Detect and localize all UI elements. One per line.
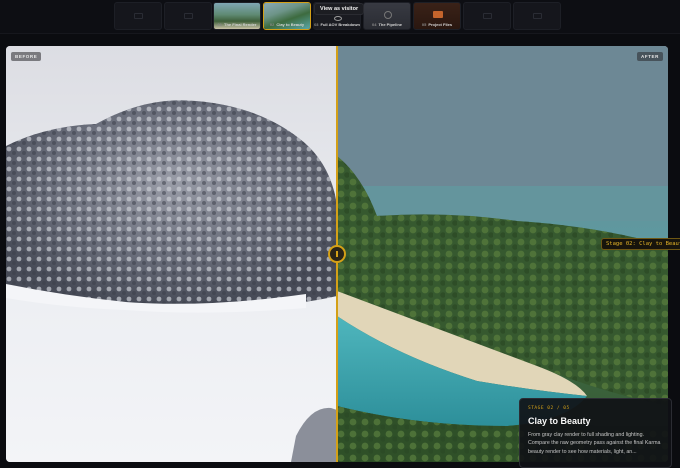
empty-slot xyxy=(164,2,212,30)
empty-slot xyxy=(114,2,162,30)
gear-icon xyxy=(384,11,392,19)
split-drag-handle[interactable] xyxy=(328,245,346,263)
image-placeholder-icon xyxy=(533,13,542,19)
eye-icon xyxy=(334,16,342,21)
image-placeholder-icon xyxy=(483,13,492,19)
stage-filmstrip: 01 The Final Render 02 Clay to Beauty 03 Fu… xyxy=(0,0,680,34)
stage-info-card: STAGE 02 / 05 Clay to Beauty From gray c… xyxy=(519,398,672,468)
stage-description: From gray clay render to full shading an… xyxy=(528,432,661,455)
image-placeholder-icon xyxy=(134,13,143,19)
stage-thumb-project-files[interactable]: 05 Project Files xyxy=(413,2,461,30)
drag-grip-icon xyxy=(336,251,338,257)
empty-slot xyxy=(513,2,561,30)
clay-render-image xyxy=(6,100,337,462)
stage-thumb-final-render[interactable]: 01 The Final Render xyxy=(213,2,261,30)
stage-thumb-pipeline[interactable]: 04 The Pipeline xyxy=(363,2,411,30)
image-placeholder-icon xyxy=(184,13,193,19)
stage-thumb-clay-to-beauty[interactable]: 02 Clay to Beauty xyxy=(263,2,311,30)
before-label: BEFORE xyxy=(11,52,42,61)
empty-slot xyxy=(463,2,511,30)
after-label: AFTER xyxy=(637,52,663,61)
view-as-visitor-tooltip: View as visitor xyxy=(314,3,365,15)
folder-icon xyxy=(433,11,443,18)
stage-badge: Stage 02: Clay to Beauty xyxy=(601,238,680,250)
stage-title: Clay to Beauty xyxy=(528,416,591,426)
before-pane: BEFORE xyxy=(6,46,337,462)
stage-counter: STAGE 02 / 05 xyxy=(528,406,570,411)
